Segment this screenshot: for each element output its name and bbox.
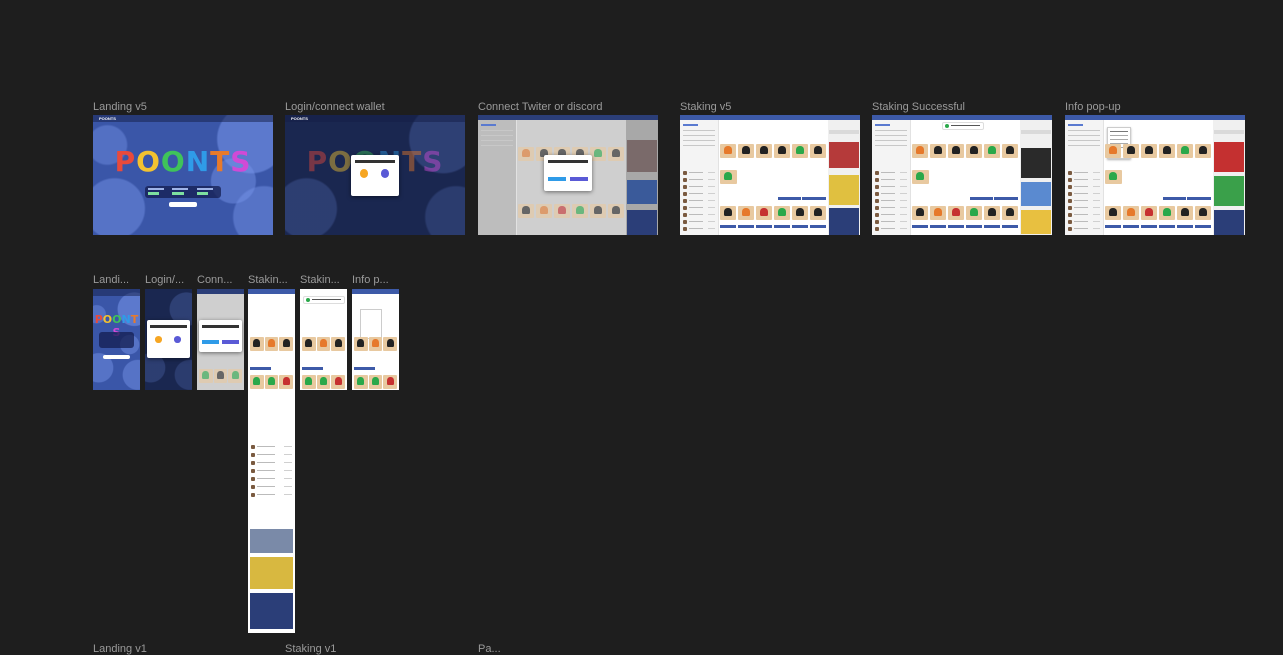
brand-logo: POONTS [291,116,308,121]
frame-label-m-success[interactable]: Stakin... [300,274,347,286]
frame-mobile-staking-successful[interactable] [300,289,347,390]
nav-bar: POONTS [93,115,273,122]
frame-landing-v5[interactable]: POONTS POONTS [93,115,273,235]
frame-label-staking-v5[interactable]: Staking v5 [680,101,860,113]
discord-button[interactable] [569,177,589,181]
frame-connect-twitter-discord[interactable] [478,115,658,235]
poonts-logo: POONTS [114,145,252,178]
info-popup[interactable] [360,309,382,339]
connect-social-modal[interactable] [199,320,242,352]
connect-wallet-modal[interactable] [147,320,190,358]
wallet-option-icon[interactable] [359,169,369,178]
frame-label-staking-successful[interactable]: Staking Successful [872,101,1052,113]
nav-bar: POONTS [285,115,465,122]
frame-login-connect-wallet[interactable]: POONTS POONTS [285,115,465,235]
wallet-option-icon[interactable] [380,169,390,178]
frame-info-popup[interactable] [1065,115,1245,235]
frame-label-landing-v5[interactable]: Landing v5 [93,101,273,113]
frame-mobile-staking[interactable] [248,289,295,633]
connect-social-modal[interactable] [544,155,592,191]
frame-mobile-login[interactable] [145,289,192,390]
frame-staking-v5[interactable] [680,115,860,235]
frame-label-m-staking[interactable]: Stakin... [248,274,295,286]
frame-label-m-connect[interactable]: Conn... [197,274,244,286]
frame-mobile-connect[interactable] [197,289,244,390]
frame-label-landing-v1[interactable]: Landing v1 [93,643,213,655]
frame-mobile-landing[interactable]: POONTS [93,289,140,390]
brand-logo: POONTS [99,116,116,121]
frame-mobile-info-popup[interactable] [352,289,399,390]
frame-label-connect[interactable]: Connect Twiter or discord [478,101,658,113]
frame-label-staking-v1[interactable]: Staking v1 [285,643,405,655]
connect-wallet-button[interactable] [169,202,197,207]
frame-label-pa[interactable]: Pa... [478,643,598,655]
frame-staking-successful[interactable] [872,115,1052,235]
frame-label-m-landing[interactable]: Landi... [93,274,140,286]
frame-label-m-info[interactable]: Info p... [352,274,399,286]
connect-wallet-modal[interactable] [351,155,399,196]
frame-label-login[interactable]: Login/connect wallet [285,101,465,113]
connect-wallet-button[interactable] [103,355,130,359]
frame-label-info-popup[interactable]: Info pop-up [1065,101,1245,113]
stats-panel [145,186,221,198]
frame-label-m-login[interactable]: Login/... [145,274,192,286]
twitter-button[interactable] [547,177,567,181]
